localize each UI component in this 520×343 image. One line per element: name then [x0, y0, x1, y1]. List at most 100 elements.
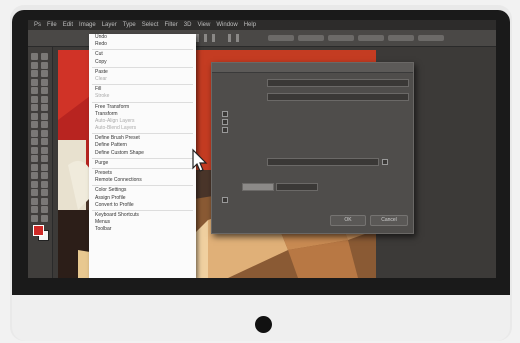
menubar-item[interactable]: View: [197, 20, 210, 30]
menubar-item[interactable]: 3D: [184, 20, 192, 30]
tool-icon[interactable]: [41, 172, 48, 179]
menu-item[interactable]: Auto-Align Layers: [89, 118, 196, 125]
option-icon[interactable]: [228, 34, 231, 42]
option-icon[interactable]: [236, 34, 239, 42]
tool-icon[interactable]: [41, 189, 48, 196]
menu-item[interactable]: Undo: [89, 34, 196, 41]
tool-icon[interactable]: [41, 138, 48, 145]
foreground-color-swatch[interactable]: [33, 225, 44, 236]
menu-item[interactable]: Define Brush Preset: [89, 135, 196, 142]
menu-item[interactable]: Color Settings: [89, 187, 196, 194]
menubar-item[interactable]: File: [47, 20, 57, 30]
tool-icon[interactable]: [41, 53, 48, 60]
menu-item[interactable]: Paste: [89, 69, 196, 76]
menu-item[interactable]: Purge: [89, 160, 196, 167]
tool-icon[interactable]: [31, 95, 38, 103]
tool-icon[interactable]: [41, 163, 48, 171]
tool-icon[interactable]: [41, 121, 48, 128]
tool-icon[interactable]: [41, 197, 48, 205]
option-icon[interactable]: [212, 34, 215, 42]
tool-icon[interactable]: [31, 214, 38, 222]
dialog-field[interactable]: [276, 183, 318, 191]
menu-item[interactable]: Define Pattern: [89, 142, 196, 149]
tool-icon[interactable]: [31, 78, 38, 86]
menu-item[interactable]: Copy: [89, 59, 196, 66]
options-button[interactable]: [268, 35, 294, 41]
dialog-field[interactable]: [267, 93, 409, 101]
tool-icon[interactable]: [31, 61, 38, 69]
tool-icon[interactable]: [41, 104, 48, 111]
option-icon[interactable]: [196, 34, 199, 42]
tool-icon[interactable]: [31, 197, 38, 205]
dialog-checkbox[interactable]: [222, 197, 228, 203]
menubar-item[interactable]: Window: [216, 20, 237, 30]
tool-icon[interactable]: [31, 206, 38, 213]
menu-item[interactable]: Assign Profile: [89, 195, 196, 202]
dialog-highlighted-field[interactable]: [242, 183, 274, 191]
tool-icon[interactable]: [31, 138, 38, 145]
dialog-titlebar[interactable]: [212, 63, 413, 73]
menu-item[interactable]: Clear: [89, 76, 196, 83]
options-button[interactable]: [358, 35, 384, 41]
dialog-select[interactable]: [267, 158, 379, 166]
menu-item[interactable]: Auto-Blend Layers: [89, 125, 196, 132]
tool-icon[interactable]: [31, 163, 38, 171]
menu-item[interactable]: Cut: [89, 51, 196, 58]
menu-item[interactable]: Fill: [89, 86, 196, 93]
dialog-ok-button[interactable]: OK: [330, 215, 366, 226]
dialog-cancel-button[interactable]: Cancel: [370, 215, 408, 226]
menu-item[interactable]: Transform: [89, 111, 196, 118]
tool-icon[interactable]: [41, 146, 48, 154]
menu-item[interactable]: Free Transform: [89, 104, 196, 111]
options-button[interactable]: [328, 35, 354, 41]
tool-icon[interactable]: [41, 214, 48, 222]
menubar-item[interactable]: Ps: [34, 20, 41, 30]
tool-icon[interactable]: [31, 87, 38, 94]
tool-icon[interactable]: [31, 104, 38, 111]
options-button[interactable]: [298, 35, 324, 41]
options-button[interactable]: [388, 35, 414, 41]
dialog-name-field[interactable]: [267, 79, 409, 87]
tool-icon[interactable]: [41, 155, 48, 162]
menu-item[interactable]: Remote Connections: [89, 177, 196, 184]
dialog-checkbox[interactable]: [382, 159, 388, 165]
tool-icon[interactable]: [31, 146, 38, 154]
menu-item[interactable]: Redo: [89, 41, 196, 48]
options-button[interactable]: [418, 35, 444, 41]
tool-icon[interactable]: [41, 95, 48, 103]
menubar-item[interactable]: Type: [123, 20, 136, 30]
dialog-checkbox[interactable]: [222, 119, 228, 125]
tool-icon[interactable]: [41, 206, 48, 213]
menubar-item[interactable]: Image: [79, 20, 96, 30]
menubar-item[interactable]: Layer: [102, 20, 117, 30]
tool-icon[interactable]: [41, 78, 48, 86]
tool-icon[interactable]: [31, 129, 38, 137]
tool-icon[interactable]: [31, 53, 38, 60]
tool-icon[interactable]: [31, 112, 38, 120]
tool-icon[interactable]: [41, 87, 48, 94]
tool-icon[interactable]: [41, 70, 48, 77]
option-icon[interactable]: [204, 34, 207, 42]
tool-icon[interactable]: [41, 180, 48, 188]
menubar-item[interactable]: Edit: [63, 20, 73, 30]
tool-icon[interactable]: [41, 112, 48, 120]
menu-item[interactable]: Stroke: [89, 93, 196, 100]
menu-item[interactable]: Convert to Profile: [89, 202, 196, 209]
tool-icon[interactable]: [31, 180, 38, 188]
tool-icon[interactable]: [31, 70, 38, 77]
menu-item[interactable]: Menus: [89, 219, 196, 226]
menu-item[interactable]: Define Custom Shape: [89, 150, 196, 157]
menubar-item[interactable]: Help: [244, 20, 256, 30]
dialog-checkbox[interactable]: [222, 127, 228, 133]
tool-icon[interactable]: [31, 155, 38, 162]
tool-icon[interactable]: [41, 129, 48, 137]
tool-icon[interactable]: [31, 189, 38, 196]
menubar-item[interactable]: Select: [142, 20, 159, 30]
menu-item[interactable]: Toolbar: [89, 226, 196, 233]
menubar-item[interactable]: Filter: [164, 20, 177, 30]
dialog-checkbox[interactable]: [222, 111, 228, 117]
menu-item[interactable]: Keyboard Shortcuts: [89, 212, 196, 219]
tool-icon[interactable]: [31, 172, 38, 179]
tool-icon[interactable]: [31, 121, 38, 128]
menu-item[interactable]: Presets: [89, 170, 196, 177]
